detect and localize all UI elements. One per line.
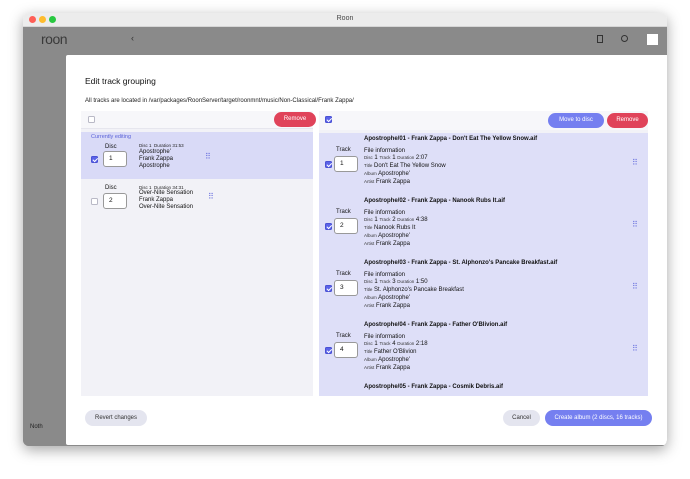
track-disc-info: Disc 1 Track 4 Duration 2:18 <box>364 341 428 347</box>
track-checkbox[interactable] <box>325 285 332 292</box>
track-number-input[interactable]: 2 <box>334 218 358 234</box>
disc-meta: Disc 1 Duration 31:53 <box>139 143 184 148</box>
disc-title: Apostrophe <box>139 163 170 169</box>
track-checkbox[interactable] <box>325 223 332 230</box>
app-window: Roon roon ‹ Noth Bolero (CoreAudio) 100 … <box>23 13 667 446</box>
file-information-label: File information <box>364 148 406 154</box>
back-arrow-icon[interactable]: ‹ <box>131 33 134 43</box>
track-filename: Apostrophe/01 - Frank Zappa - Don't Eat … <box>364 136 538 142</box>
track-number-input[interactable]: 1 <box>334 156 358 172</box>
track-artist-info: Artist Frank Zappa <box>364 179 410 185</box>
dialog-title: Edit track grouping <box>85 76 156 86</box>
drag-handle-icon[interactable]: ⠿ <box>632 282 638 291</box>
track-disc-info: Disc 1 Track 3 Duration 1:50 <box>364 279 428 285</box>
disc-number-input[interactable]: 2 <box>103 193 127 209</box>
remove-disc-button[interactable]: Remove <box>274 112 316 127</box>
track-row[interactable]: Apostrophe/03 - Frank Zappa - St. Alphon… <box>319 257 648 319</box>
track-row[interactable]: Apostrophe/05 - Frank Zappa - Cosmik Deb… <box>319 381 648 396</box>
disc-album: Apostrophe' <box>139 149 171 155</box>
discs-panel-header: Remove <box>81 111 316 129</box>
profile-icon[interactable] <box>647 34 658 45</box>
tracks-panel-header: Move to disc Remove <box>319 111 648 130</box>
disc-artist: Frank Zappa <box>139 156 174 162</box>
currently-editing-label: Currently editing <box>91 134 132 140</box>
disc-row-selected[interactable]: Currently editing Disc 1 Disc 1 Duration… <box>81 132 313 179</box>
track-title-info: Title Father O'Blivion <box>364 349 417 355</box>
track-album-info: Album Apostrophe' <box>364 357 410 363</box>
disc-label: Disc <box>105 144 117 150</box>
track-title-info: Title Nanook Rubs It <box>364 225 416 231</box>
title-bar: Roon <box>23 13 667 27</box>
disc-checkbox[interactable] <box>91 156 98 163</box>
drag-handle-icon[interactable]: ⠿ <box>632 158 638 167</box>
track-row[interactable]: Apostrophe/02 - Frank Zappa - Nanook Rub… <box>319 195 648 257</box>
edit-track-grouping-dialog: Edit track grouping All tracks are locat… <box>66 55 667 445</box>
tracks-panel: Move to disc Remove Apostrophe/01 - Fran… <box>319 111 648 396</box>
track-artist-info: Artist Frank Zappa <box>364 303 410 309</box>
select-all-tracks-checkbox[interactable] <box>325 116 332 123</box>
drag-handle-icon[interactable]: ⠿ <box>632 220 638 229</box>
track-number-input[interactable]: 4 <box>334 342 358 358</box>
track-filename: Apostrophe/05 - Frank Zappa - Cosmik Deb… <box>364 384 504 390</box>
track-label: Track <box>336 147 351 153</box>
revert-changes-button[interactable]: Revert changes <box>85 410 147 426</box>
bookmark-icon[interactable] <box>597 35 603 43</box>
track-checkbox[interactable] <box>325 347 332 354</box>
track-artist-info: Artist Frank Zappa <box>364 365 410 371</box>
disc-row[interactable]: Disc 2 Disc 1 Duration 34:31 Over-Nite S… <box>81 185 313 213</box>
now-playing-text: Noth <box>30 424 43 430</box>
select-all-discs-checkbox[interactable] <box>88 116 95 123</box>
create-album-button[interactable]: Create album (2 discs, 16 tracks) <box>545 410 652 426</box>
track-filename: Apostrophe/02 - Frank Zappa - Nanook Rub… <box>364 198 506 204</box>
disc-checkbox[interactable] <box>91 198 98 205</box>
track-disc-info: Disc 1 Track 1 Duration 2:07 <box>364 155 428 161</box>
remove-track-button[interactable]: Remove <box>607 113 648 128</box>
move-to-disc-button[interactable]: Move to disc <box>548 113 604 128</box>
track-label: Track <box>336 271 351 277</box>
track-filename: Apostrophe/03 - Frank Zappa - St. Alphon… <box>364 260 558 266</box>
track-filename: Apostrophe/04 - Frank Zappa - Father O'B… <box>364 322 508 328</box>
track-album-info: Album Apostrophe' <box>364 295 410 301</box>
track-checkbox[interactable] <box>325 161 332 168</box>
file-information-label: File information <box>364 210 406 216</box>
discs-panel: Remove Currently editing Disc 1 Disc 1 D… <box>81 111 316 396</box>
drag-handle-icon[interactable]: ⠿ <box>205 152 211 161</box>
roon-logo: roon <box>41 31 68 47</box>
disc-artist: Frank Zappa <box>139 197 174 203</box>
cancel-button[interactable]: Cancel <box>503 410 540 426</box>
track-row[interactable]: Apostrophe/01 - Frank Zappa - Don't Eat … <box>319 133 648 195</box>
disc-label: Disc <box>105 185 117 191</box>
track-title-info: Title Don't Eat The Yellow Snow <box>364 163 446 169</box>
track-row[interactable]: Apostrophe/04 - Frank Zappa - Father O'B… <box>319 319 648 381</box>
track-album-info: Album Apostrophe' <box>364 233 410 239</box>
track-label: Track <box>336 333 351 339</box>
search-icon[interactable] <box>621 35 628 42</box>
disc-number-input[interactable]: 1 <box>103 151 127 167</box>
file-information-label: File information <box>364 334 406 340</box>
drag-handle-icon[interactable]: ⠿ <box>632 344 638 353</box>
track-album-info: Album Apostrophe' <box>364 171 410 177</box>
tracks-location-text: All tracks are located in /var/packages/… <box>85 98 354 104</box>
track-artist-info: Artist Frank Zappa <box>364 241 410 247</box>
file-information-label: File information <box>364 272 406 278</box>
window-title: Roon <box>336 15 354 22</box>
disc-title: Over-Nite Sensation <box>139 204 194 210</box>
track-number-input[interactable]: 3 <box>334 280 358 296</box>
track-label: Track <box>336 209 351 215</box>
drag-handle-icon[interactable]: ⠿ <box>208 192 214 201</box>
track-disc-info: Disc 1 Track 2 Duration 4:38 <box>364 217 428 223</box>
disc-album: Over-Nite Sensation <box>139 190 194 196</box>
track-title-info: Title St. Alphonzo's Pancake Breakfast <box>364 287 464 293</box>
